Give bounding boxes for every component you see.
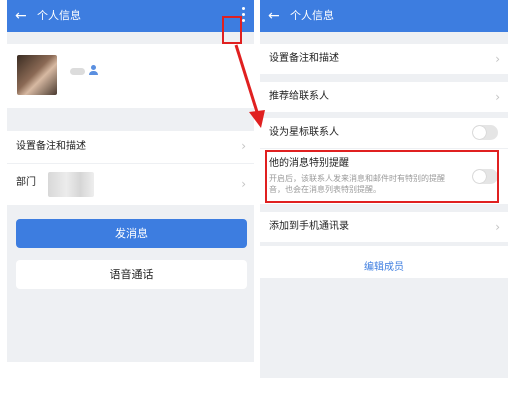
recommend-label: 推荐给联系人 (269, 91, 329, 102)
department-label: 部门 (16, 177, 36, 188)
star-contact-toggle[interactable] (472, 125, 498, 140)
add-to-contacts-row[interactable]: 添加到手机通讯录 › (260, 212, 508, 242)
recommend-row[interactable]: 推荐给联系人 › (260, 82, 508, 112)
right-header: ← 个人信息 (260, 0, 508, 32)
remark-label: 设置备注和描述 (269, 53, 339, 64)
voice-call-button[interactable]: 语音通话 (16, 260, 247, 289)
profile-card[interactable] (7, 44, 254, 108)
back-arrow-icon[interactable]: ← (268, 7, 280, 25)
department-value-redacted (48, 172, 94, 197)
left-page-title: 个人信息 (37, 9, 81, 22)
more-vertical-icon[interactable] (242, 7, 245, 24)
remark-row[interactable]: 设置备注和描述 › (7, 131, 254, 163)
add-to-contacts-label: 添加到手机通讯录 (269, 221, 349, 232)
person-icon (89, 65, 98, 76)
star-contact-label: 设为星标联系人 (269, 127, 339, 138)
send-message-button[interactable]: 发消息 (16, 219, 247, 248)
chevron-right-icon: › (495, 90, 500, 104)
chevron-right-icon: › (495, 220, 500, 234)
contact-name-redacted (70, 68, 85, 75)
avatar[interactable] (17, 55, 57, 95)
back-arrow-icon[interactable]: ← (15, 7, 27, 25)
star-contact-row: 设为星标联系人 (260, 118, 508, 148)
highlight-box-more (222, 16, 242, 44)
highlight-box-reminder (265, 150, 499, 203)
chevron-right-icon: › (495, 52, 500, 66)
left-screen: ← 个人信息 设置备注和描述 › 部门 › 发消息 语音通话 (7, 0, 254, 362)
right-page-title: 个人信息 (290, 9, 334, 22)
chevron-right-icon: › (241, 139, 246, 153)
remark-row[interactable]: 设置备注和描述 › (260, 44, 508, 74)
department-row[interactable]: 部门 › (7, 164, 254, 205)
remark-label: 设置备注和描述 (16, 141, 86, 152)
chevron-right-icon: › (241, 177, 246, 191)
edit-members-link[interactable]: 编辑成员 (260, 258, 508, 273)
left-header: ← 个人信息 (7, 0, 254, 32)
